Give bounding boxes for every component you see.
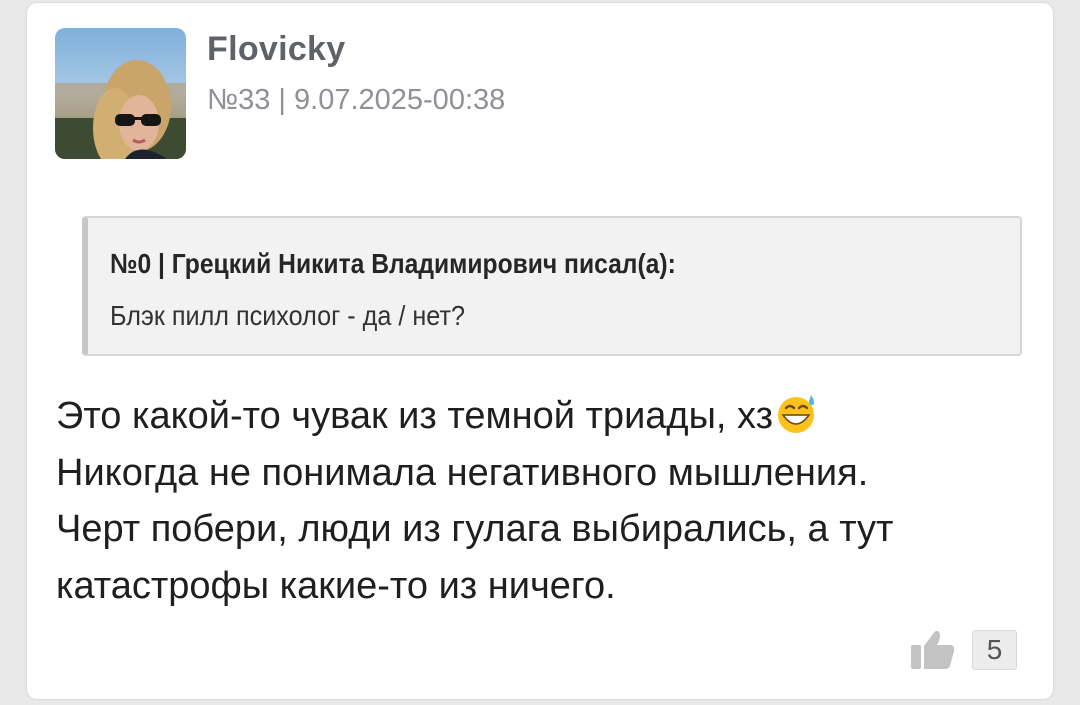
post-meta: №33 | 9.07.2025-00:38 [207, 84, 506, 116]
post-body: Это какой-то чувак из темной триады, хз … [56, 388, 1016, 614]
post-line: катастрофы какие-то из ничего. [56, 564, 616, 607]
quote-text: Блэк пилл психолог - да / нет? [110, 300, 466, 331]
quote-block: №0 | Грецкий Никита Владимирович писал(а… [82, 216, 1022, 356]
grinning-face-with-sweat-emoji [778, 394, 815, 433]
post-line: Никогда не понимала негативного мышления… [56, 451, 869, 494]
post-line: Черт побери, люди из гулага выбирались, … [56, 508, 894, 550]
avatar-photo [55, 28, 186, 159]
post-line-text: Это какой-то чувак из темной триады, хз [56, 395, 774, 437]
author-name[interactable]: Flovicky [207, 30, 345, 69]
thumbs-up-icon[interactable] [910, 628, 956, 670]
like-count: 5 [972, 630, 1017, 670]
post-line: Это какой-то чувак из темной триады, хз [56, 388, 1016, 445]
quote-header: №0 | Грецкий Никита Владимирович писал(а… [110, 248, 676, 279]
avatar[interactable] [55, 28, 186, 159]
